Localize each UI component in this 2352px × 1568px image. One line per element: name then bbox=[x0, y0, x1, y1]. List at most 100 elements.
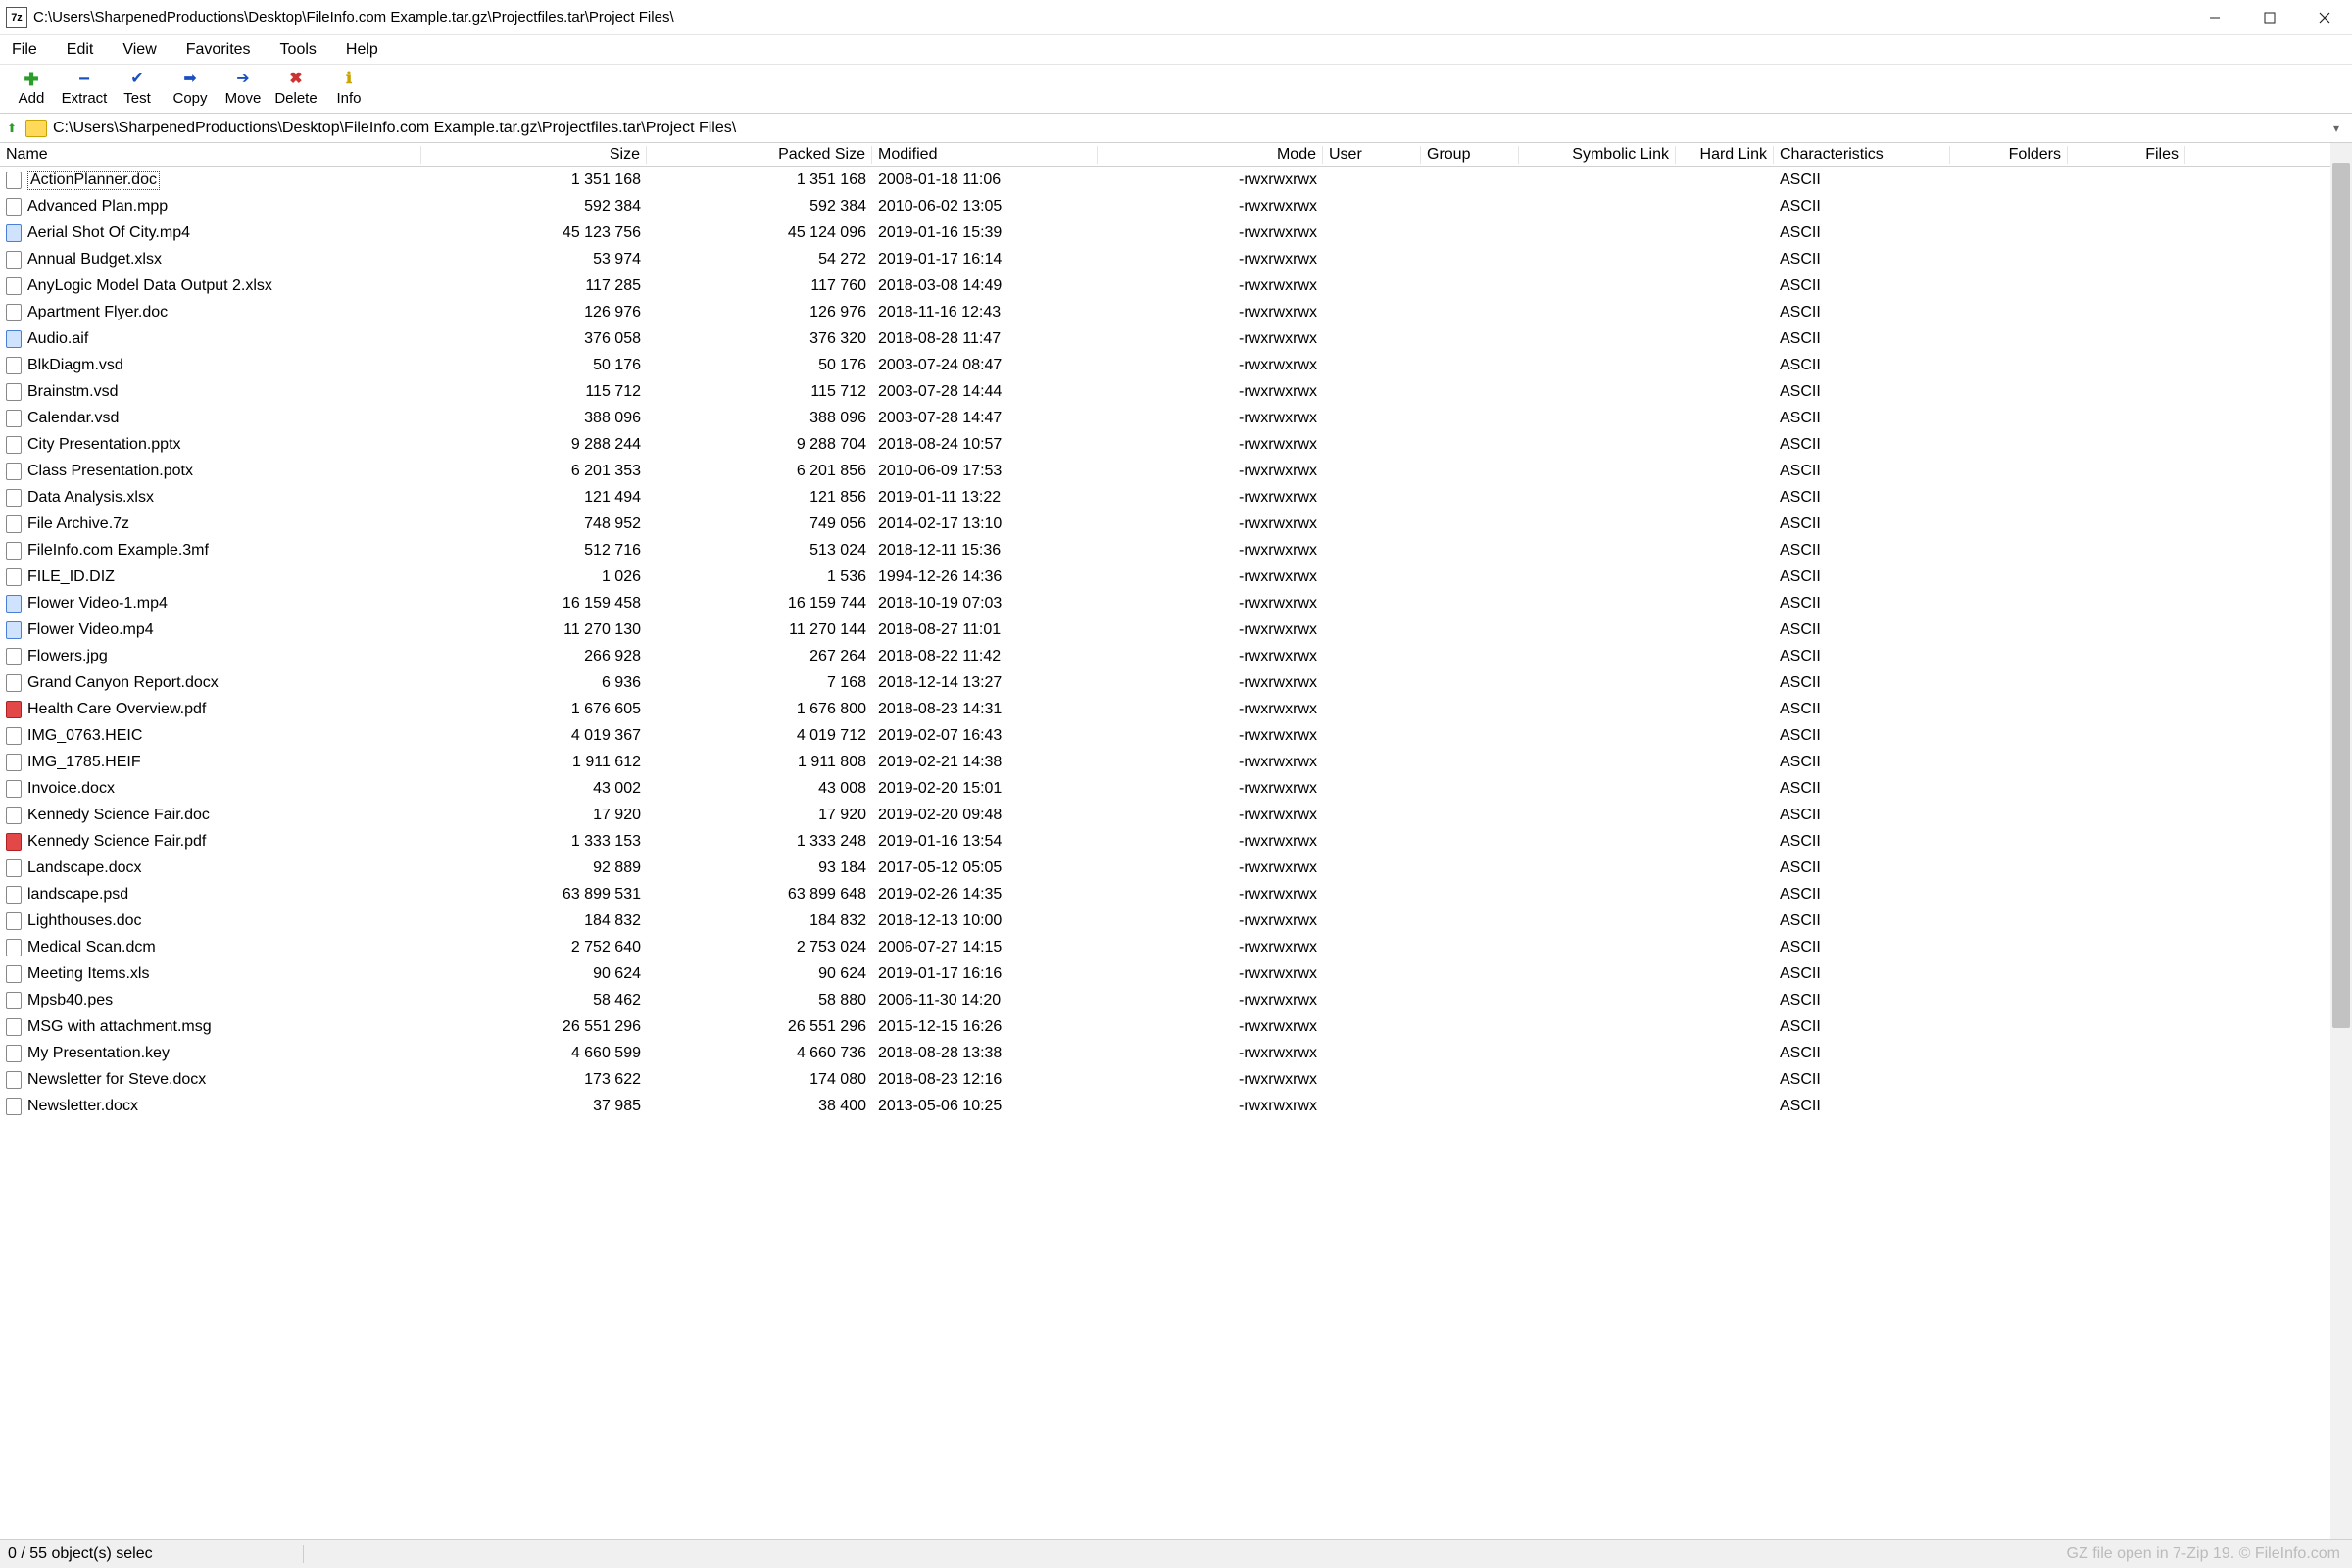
table-row[interactable]: Kennedy Science Fair.doc17 92017 9202019… bbox=[0, 802, 2330, 828]
menu-favorites[interactable]: Favorites bbox=[182, 39, 255, 61]
table-row[interactable]: Grand Canyon Report.docx6 9367 1682018-1… bbox=[0, 669, 2330, 696]
cell-mod: 2003-07-28 14:44 bbox=[872, 383, 1098, 401]
cell-size: 121 494 bbox=[421, 489, 647, 507]
cell-psize: 45 124 096 bbox=[647, 224, 872, 242]
col-user[interactable]: User bbox=[1323, 146, 1421, 164]
menu-view[interactable]: View bbox=[119, 39, 160, 61]
table-row[interactable]: Apartment Flyer.doc126 976126 9762018-11… bbox=[0, 299, 2330, 325]
delete-button[interactable]: ✖Delete bbox=[270, 67, 321, 112]
menu-file[interactable]: File bbox=[8, 39, 41, 61]
cell-size: 592 384 bbox=[421, 198, 647, 216]
cell-psize: 93 184 bbox=[647, 859, 872, 877]
table-row[interactable]: Meeting Items.xls90 62490 6242019-01-17 … bbox=[0, 960, 2330, 987]
table-row[interactable]: IMG_0763.HEIC4 019 3674 019 7122019-02-0… bbox=[0, 722, 2330, 749]
table-row[interactable]: Health Care Overview.pdf1 676 6051 676 8… bbox=[0, 696, 2330, 722]
file-name: FileInfo.com Example.3mf bbox=[27, 542, 209, 560]
table-row[interactable]: Flower Video.mp411 270 13011 270 1442018… bbox=[0, 616, 2330, 643]
copy-button[interactable]: ➡Copy bbox=[165, 67, 216, 112]
table-row[interactable]: My Presentation.key4 660 5994 660 736201… bbox=[0, 1040, 2330, 1066]
table-row[interactable]: ActionPlanner.doc1 351 1681 351 1682008-… bbox=[0, 167, 2330, 193]
file-name: Data Analysis.xlsx bbox=[27, 489, 154, 507]
cell-mode: -rwxrwxrwx bbox=[1098, 595, 1323, 612]
col-folders[interactable]: Folders bbox=[1950, 146, 2068, 164]
column-headers[interactable]: Name Size Packed Size Modified Mode User… bbox=[0, 143, 2330, 167]
table-row[interactable]: Mpsb40.pes58 46258 8802006-11-30 14:20-r… bbox=[0, 987, 2330, 1013]
table-row[interactable]: landscape.psd63 899 53163 899 6482019-02… bbox=[0, 881, 2330, 907]
cell-mod: 2018-12-14 13:27 bbox=[872, 674, 1098, 692]
address-path[interactable]: C:\Users\SharpenedProductions\Desktop\Fi… bbox=[53, 120, 2325, 137]
table-row[interactable]: MSG with attachment.msg26 551 29626 551 … bbox=[0, 1013, 2330, 1040]
col-hard-link[interactable]: Hard Link bbox=[1676, 146, 1774, 164]
cell-mode: -rwxrwxrwx bbox=[1098, 859, 1323, 877]
cell-size: 376 058 bbox=[421, 330, 647, 348]
table-row[interactable]: IMG_1785.HEIF1 911 6121 911 8082019-02-2… bbox=[0, 749, 2330, 775]
col-group[interactable]: Group bbox=[1421, 146, 1519, 164]
statusbar: 0 / 55 object(s) selec GZ file open in 7… bbox=[0, 1539, 2352, 1568]
col-name[interactable]: Name bbox=[0, 146, 421, 164]
cell-mode: -rwxrwxrwx bbox=[1098, 807, 1323, 824]
table-row[interactable]: Data Analysis.xlsx121 494121 8562019-01-… bbox=[0, 484, 2330, 511]
chevron-down-icon[interactable]: ▾ bbox=[2325, 122, 2348, 135]
table-row[interactable]: FileInfo.com Example.3mf512 716513 02420… bbox=[0, 537, 2330, 564]
cell-char: ASCII bbox=[1774, 807, 1950, 824]
cell-size: 50 176 bbox=[421, 357, 647, 374]
table-row[interactable]: Flowers.jpg266 928267 2642018-08-22 11:4… bbox=[0, 643, 2330, 669]
table-row[interactable]: City Presentation.pptx9 288 2449 288 704… bbox=[0, 431, 2330, 458]
cell-mode: -rwxrwxrwx bbox=[1098, 224, 1323, 242]
table-row[interactable]: Advanced Plan.mpp592 384592 3842010-06-0… bbox=[0, 193, 2330, 220]
table-row[interactable]: Kennedy Science Fair.pdf1 333 1531 333 2… bbox=[0, 828, 2330, 855]
cell-mode: -rwxrwxrwx bbox=[1098, 357, 1323, 374]
minimize-button[interactable] bbox=[2187, 1, 2242, 34]
cell-mode: -rwxrwxrwx bbox=[1098, 304, 1323, 321]
file-icon bbox=[6, 1071, 22, 1089]
table-row[interactable]: FILE_ID.DIZ1 0261 5361994-12-26 14:36-rw… bbox=[0, 564, 2330, 590]
col-characteristics[interactable]: Characteristics bbox=[1774, 146, 1950, 164]
table-row[interactable]: Calendar.vsd388 096388 0962003-07-28 14:… bbox=[0, 405, 2330, 431]
col-size[interactable]: Size bbox=[421, 146, 647, 164]
col-symbolic-link[interactable]: Symbolic Link bbox=[1519, 146, 1676, 164]
table-row[interactable]: Landscape.docx92 88993 1842017-05-12 05:… bbox=[0, 855, 2330, 881]
cell-size: 266 928 bbox=[421, 648, 647, 665]
table-row[interactable]: Class Presentation.potx6 201 3536 201 85… bbox=[0, 458, 2330, 484]
move-button[interactable]: ➔Move bbox=[218, 67, 269, 112]
table-row[interactable]: Lighthouses.doc184 832184 8322018-12-13 … bbox=[0, 907, 2330, 934]
menu-help[interactable]: Help bbox=[342, 39, 382, 61]
up-icon[interactable]: ⬆ bbox=[4, 122, 20, 135]
info-button[interactable]: ℹInfo bbox=[323, 67, 374, 112]
vertical-scrollbar[interactable] bbox=[2330, 143, 2352, 1539]
cell-char: ASCII bbox=[1774, 410, 1950, 427]
table-row[interactable]: File Archive.7z748 952749 0562014-02-17 … bbox=[0, 511, 2330, 537]
file-name: Advanced Plan.mpp bbox=[27, 198, 168, 216]
table-row[interactable]: Aerial Shot Of City.mp445 123 75645 124 … bbox=[0, 220, 2330, 246]
add-button[interactable]: ✚Add bbox=[6, 67, 57, 112]
maximize-button[interactable] bbox=[2242, 1, 2297, 34]
col-packed-size[interactable]: Packed Size bbox=[647, 146, 872, 164]
menu-edit[interactable]: Edit bbox=[63, 39, 98, 61]
close-button[interactable] bbox=[2297, 1, 2352, 34]
table-row[interactable]: Newsletter for Steve.docx173 622174 0802… bbox=[0, 1066, 2330, 1093]
menu-tools[interactable]: Tools bbox=[276, 39, 320, 61]
table-row[interactable]: AnyLogic Model Data Output 2.xlsx117 285… bbox=[0, 272, 2330, 299]
extract-button[interactable]: −Extract bbox=[59, 67, 110, 112]
table-row[interactable]: Newsletter.docx37 98538 4002013-05-06 10… bbox=[0, 1093, 2330, 1119]
cell-mode: -rwxrwxrwx bbox=[1098, 886, 1323, 904]
cell-char: ASCII bbox=[1774, 1098, 1950, 1115]
listview[interactable]: Name Size Packed Size Modified Mode User… bbox=[0, 143, 2330, 1539]
cell-psize: 121 856 bbox=[647, 489, 872, 507]
table-row[interactable]: Audio.aif376 058376 3202018-08-28 11:47-… bbox=[0, 325, 2330, 352]
col-mode[interactable]: Mode bbox=[1098, 146, 1323, 164]
scroll-thumb[interactable] bbox=[2332, 163, 2350, 1028]
cell-char: ASCII bbox=[1774, 648, 1950, 665]
cell-psize: 54 272 bbox=[647, 251, 872, 269]
table-row[interactable]: Flower Video-1.mp416 159 45816 159 74420… bbox=[0, 590, 2330, 616]
info-icon: ℹ bbox=[346, 71, 352, 90]
table-row[interactable]: Brainstm.vsd115 712115 7122003-07-28 14:… bbox=[0, 378, 2330, 405]
table-row[interactable]: Annual Budget.xlsx53 97454 2722019-01-17… bbox=[0, 246, 2330, 272]
test-button[interactable]: ✔Test bbox=[112, 67, 163, 112]
table-row[interactable]: BlkDiagm.vsd50 17650 1762003-07-24 08:47… bbox=[0, 352, 2330, 378]
file-name: landscape.psd bbox=[27, 886, 128, 904]
col-files[interactable]: Files bbox=[2068, 146, 2185, 164]
table-row[interactable]: Medical Scan.dcm2 752 6402 753 0242006-0… bbox=[0, 934, 2330, 960]
col-modified[interactable]: Modified bbox=[872, 146, 1098, 164]
table-row[interactable]: Invoice.docx43 00243 0082019-02-20 15:01… bbox=[0, 775, 2330, 802]
